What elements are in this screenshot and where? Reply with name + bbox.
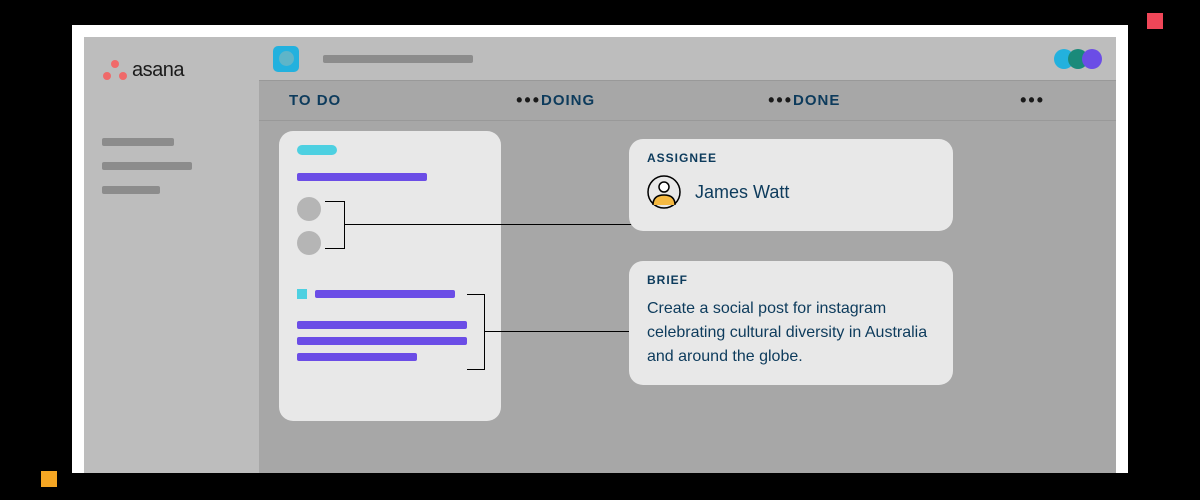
- task-description-placeholder: [297, 321, 483, 361]
- task-collaborator-avatar[interactable]: [297, 231, 321, 255]
- column-menu-icon[interactable]: •••: [1020, 90, 1045, 111]
- bullet-icon: [297, 289, 307, 299]
- member-avatars[interactable]: [1060, 49, 1102, 69]
- task-tag[interactable]: [297, 145, 337, 155]
- brand-logo[interactable]: asana: [102, 59, 241, 82]
- person-icon: [647, 175, 681, 209]
- brand-name: asana: [132, 59, 184, 82]
- assignee-label: ASSIGNEE: [647, 151, 935, 165]
- task-card[interactable]: [279, 131, 501, 421]
- annotation-bracket: [325, 201, 345, 249]
- annotation-connector: [485, 331, 650, 332]
- assignee-name: James Watt: [695, 182, 789, 203]
- task-assignee-avatar[interactable]: [297, 197, 321, 221]
- project-icon[interactable]: [273, 46, 299, 72]
- column-header-done: DONE •••: [793, 90, 1045, 111]
- brief-label: BRIEF: [647, 273, 935, 287]
- brief-text: Create a social post for instagram celeb…: [647, 297, 935, 369]
- column-header-doing: DOING •••: [541, 90, 793, 111]
- decorative-square-icon: [1146, 12, 1164, 30]
- column-menu-icon[interactable]: •••: [768, 90, 793, 111]
- main-area: TO DO ••• DOING ••• DONE •••: [259, 37, 1116, 473]
- column-title: TO DO: [289, 92, 341, 109]
- subheading-placeholder: [315, 290, 455, 298]
- annotation-bracket: [467, 294, 485, 370]
- annotation-connector: [345, 224, 651, 225]
- sidebar-item[interactable]: [102, 138, 174, 146]
- brief-callout: BRIEF Create a social post for instagram…: [629, 261, 953, 385]
- board-column-headers: TO DO ••• DOING ••• DONE •••: [259, 81, 1116, 121]
- project-topbar: [259, 37, 1116, 81]
- app-frame: asana TO DO •••: [72, 25, 1128, 473]
- avatar[interactable]: [1082, 49, 1102, 69]
- sidebar-item[interactable]: [102, 162, 192, 170]
- column-header-todo: TO DO •••: [289, 90, 541, 111]
- decorative-square-icon: [40, 470, 58, 488]
- column-title: DONE: [793, 92, 840, 109]
- sidebar-item[interactable]: [102, 186, 160, 194]
- assignee-callout: ASSIGNEE James Watt: [629, 139, 953, 231]
- task-title-placeholder: [297, 173, 427, 181]
- app-window: asana TO DO •••: [84, 37, 1116, 473]
- sidebar: asana: [84, 37, 259, 473]
- project-title[interactable]: [323, 55, 473, 63]
- task-subheading: [297, 289, 483, 299]
- board-area: ASSIGNEE James Watt BRIEF Create a socia…: [259, 121, 1116, 141]
- column-title: DOING: [541, 92, 595, 109]
- asana-logo-icon: [102, 60, 128, 82]
- column-menu-icon[interactable]: •••: [516, 90, 541, 111]
